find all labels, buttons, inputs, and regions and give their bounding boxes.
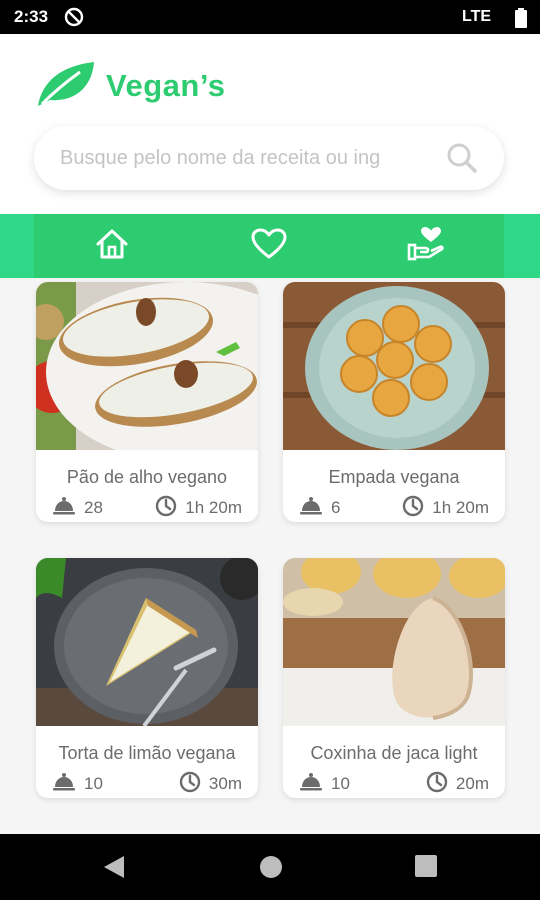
app-logo: Vegan’s — [34, 58, 226, 113]
prep-time-value: 1h 20m — [432, 498, 489, 517]
prep-time: 1h 20m — [155, 495, 242, 522]
back-icon[interactable] — [102, 854, 126, 885]
network-type: LTE — [462, 8, 492, 25]
servings: 28 — [52, 496, 103, 521]
clock-icon — [155, 495, 177, 522]
prep-time: 30m — [179, 771, 242, 798]
prep-time-value: 20m — [455, 774, 489, 793]
recipe-meta: 10 20m — [283, 770, 505, 798]
donate-hand-icon — [407, 226, 445, 267]
prep-time: 20m — [426, 771, 489, 798]
serving-dish-icon — [52, 496, 76, 521]
servings: 6 — [299, 496, 340, 521]
servings-count: 10 — [331, 774, 350, 793]
prep-time-value: 1h 20m — [185, 498, 242, 517]
app-header: Vegan’s — [0, 34, 540, 214]
recipe-title: Empada vegana — [328, 467, 460, 487]
recipe-card-pao-de-alho[interactable]: Pão de alho vegano 28 1h 20m — [36, 282, 258, 522]
recipe-image — [283, 282, 505, 450]
tab-donate[interactable] — [396, 221, 456, 271]
home-icon — [95, 228, 129, 265]
status-bar: 2:33 LTE — [0, 0, 540, 34]
system-navigation-bar — [0, 834, 540, 900]
search-icon[interactable] — [446, 142, 478, 179]
recipe-image — [283, 558, 505, 726]
clock-icon — [402, 495, 424, 522]
serving-dish-icon — [52, 772, 76, 797]
heart-icon — [251, 228, 287, 265]
leaf-icon — [34, 58, 96, 113]
clock-icon — [426, 771, 448, 798]
status-time: 2:33 — [14, 7, 49, 26]
servings: 10 — [52, 772, 103, 797]
recipe-title: Pão de alho vegano — [66, 467, 228, 487]
recipe-image — [36, 282, 258, 450]
servings: 10 — [299, 772, 350, 797]
recipe-title: Coxinha de jaca light — [310, 743, 478, 763]
servings-count: 28 — [84, 498, 103, 517]
clock-icon — [179, 771, 201, 798]
serving-dish-icon — [299, 496, 323, 521]
search-bar — [34, 126, 504, 190]
servings-count: 10 — [84, 774, 103, 793]
recipe-grid: Pão de alho vegano 28 1h 20m Empada vega… — [0, 278, 540, 834]
recipe-meta: 6 1h 20m — [283, 494, 505, 522]
recipe-meta: 10 30m — [36, 770, 258, 798]
recipe-title: Torta de limão vegana — [58, 743, 236, 763]
do-not-disturb-icon — [64, 7, 84, 32]
tab-navigation — [0, 214, 540, 278]
app-title: Vegan’s — [106, 67, 226, 103]
tab-favorites[interactable] — [239, 221, 299, 271]
prep-time: 1h 20m — [402, 495, 489, 522]
search-input[interactable] — [58, 145, 442, 171]
recipe-card-empada[interactable]: Empada vegana 6 1h 20m — [283, 282, 505, 522]
battery-icon — [515, 8, 527, 33]
prep-time-value: 30m — [208, 774, 242, 793]
recipe-image — [36, 558, 258, 726]
recents-square-icon[interactable] — [414, 854, 438, 883]
servings-count: 6 — [331, 498, 341, 517]
recipe-card-coxinha-de-jaca[interactable]: Coxinha de jaca light 10 20m — [283, 558, 505, 798]
serving-dish-icon — [299, 772, 323, 797]
recipe-card-torta-de-limao[interactable]: Torta de limão vegana 10 30m — [36, 558, 258, 798]
recipe-meta: 28 1h 20m — [36, 494, 258, 522]
home-circle-icon[interactable] — [258, 854, 284, 885]
tab-home[interactable] — [82, 221, 142, 271]
